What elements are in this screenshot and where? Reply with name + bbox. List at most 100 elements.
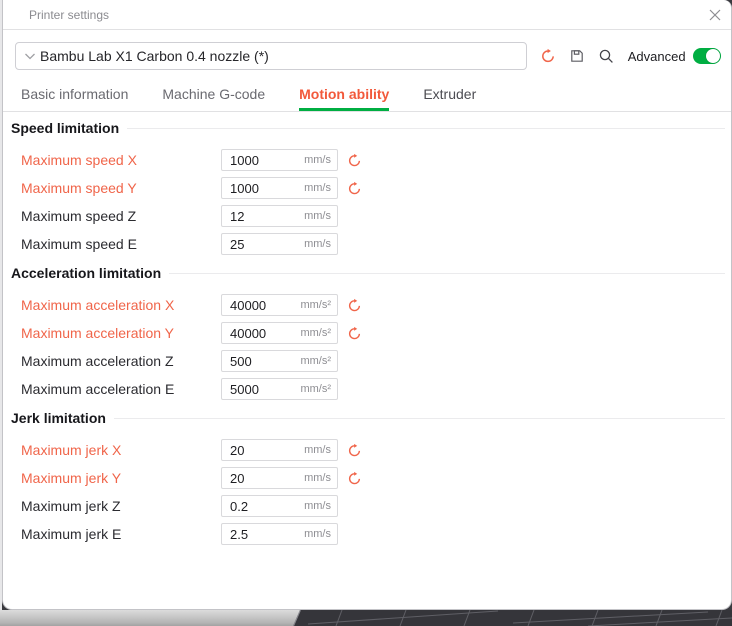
reset-icon [347, 298, 362, 313]
setting-unit: mm/s² [300, 327, 331, 339]
setting-input-box: mm/s [221, 523, 338, 545]
search-settings-button[interactable] [598, 48, 615, 65]
setting-row: Maximum speed E mm/s [21, 233, 725, 255]
viewport-background [0, 610, 732, 626]
setting-value-input[interactable] [222, 209, 300, 224]
setting-label: Maximum jerk Z [21, 498, 221, 514]
tab-machine-gcode[interactable]: Machine G-code [162, 86, 265, 111]
settings-tabs: Basic information Machine G-code Motion … [3, 70, 731, 112]
dialog-titlebar: Printer settings [3, 0, 731, 30]
reset-value-button[interactable] [346, 442, 362, 458]
reset-value-button[interactable] [346, 180, 362, 196]
save-preset-button[interactable] [569, 48, 585, 64]
setting-input-box: mm/s [221, 149, 338, 171]
setting-unit: mm/s [300, 500, 331, 512]
setting-value-input[interactable] [222, 237, 300, 252]
printer-preset-select[interactable]: Bambu Lab X1 Carbon 0.4 nozzle (*) [15, 42, 527, 70]
section-title: Jerk limitation [11, 410, 106, 426]
reset-slot [346, 353, 362, 369]
setting-value-input[interactable] [222, 354, 300, 369]
setting-value-input[interactable] [222, 471, 300, 486]
setting-row: Maximum acceleration X mm/s² [21, 294, 725, 316]
setting-value-input[interactable] [222, 499, 300, 514]
setting-label: Maximum speed X [21, 152, 221, 168]
section-title: Acceleration limitation [11, 265, 161, 281]
build-plate-strip [288, 610, 732, 626]
setting-value-input[interactable] [222, 181, 300, 196]
setting-row: Maximum speed X mm/s [21, 149, 725, 171]
setting-row: Maximum acceleration Z mm/s² [21, 350, 725, 372]
setting-unit: mm/s [300, 210, 331, 222]
setting-input-box: mm/s² [221, 378, 338, 400]
tab-extruder[interactable]: Extruder [423, 86, 476, 111]
setting-input-box: mm/s [221, 233, 338, 255]
toggle-knob [706, 49, 720, 63]
motion-ability-panel: Speed limitation Maximum speed X mm/s Ma… [3, 112, 731, 545]
reset-icon [347, 181, 362, 196]
reset-icon [540, 48, 556, 64]
section-title: Speed limitation [11, 120, 119, 136]
setting-unit: mm/s [300, 444, 331, 456]
advanced-mode-toggle[interactable] [693, 48, 721, 64]
reset-value-button[interactable] [346, 325, 362, 341]
tab-basic-information[interactable]: Basic information [21, 86, 128, 111]
section-rows: Maximum acceleration X mm/s² Maximum acc… [21, 294, 725, 400]
chevron-down-icon [24, 51, 36, 61]
setting-value-input[interactable] [222, 298, 300, 313]
setting-unit: mm/s² [300, 355, 331, 367]
setting-row: Maximum jerk Y mm/s [21, 467, 725, 489]
setting-input-box: mm/s [221, 439, 338, 461]
setting-label: Maximum acceleration X [21, 297, 221, 313]
setting-input-box: mm/s² [221, 294, 338, 316]
setting-value-input[interactable] [222, 527, 300, 542]
reset-slot [346, 526, 362, 542]
close-button[interactable] [708, 8, 722, 22]
reset-value-button[interactable] [346, 297, 362, 313]
setting-row: Maximum speed Z mm/s [21, 205, 725, 227]
close-icon [709, 9, 721, 21]
section-rows: Maximum speed X mm/s Maximum speed Y mm/… [21, 149, 725, 255]
printer-settings-dialog: Printer settings Bambu Lab X1 Carbon 0.4… [2, 0, 732, 610]
setting-label: Maximum acceleration E [21, 381, 221, 397]
setting-input-box: mm/s [221, 205, 338, 227]
reset-slot [346, 208, 362, 224]
setting-unit: mm/s [300, 182, 331, 194]
setting-input-box: mm/s [221, 495, 338, 517]
setting-value-input[interactable] [222, 153, 300, 168]
sidebar-background-strip [0, 610, 300, 626]
reset-value-button[interactable] [346, 470, 362, 486]
setting-row: Maximum jerk E mm/s [21, 523, 725, 545]
reset-icon [347, 153, 362, 168]
setting-label: Maximum speed E [21, 236, 221, 252]
settings-section: Jerk limitation Maximum jerk X mm/s Maxi… [11, 410, 725, 545]
section-header: Acceleration limitation [11, 265, 725, 281]
preset-bar: Bambu Lab X1 Carbon 0.4 nozzle (*) Advan… [3, 30, 731, 70]
reset-slot [346, 236, 362, 252]
setting-label: Maximum speed Z [21, 208, 221, 224]
reset-icon [347, 443, 362, 458]
setting-label: Maximum speed Y [21, 180, 221, 196]
setting-input-box: mm/s² [221, 322, 338, 344]
reset-value-button[interactable] [346, 152, 362, 168]
setting-label: Maximum jerk X [21, 442, 221, 458]
tab-motion-ability[interactable]: Motion ability [299, 86, 389, 111]
setting-input-box: mm/s [221, 467, 338, 489]
section-divider [169, 273, 725, 274]
settings-section: Acceleration limitation Maximum accelera… [11, 265, 725, 400]
advanced-mode-label: Advanced [628, 49, 686, 64]
reset-preset-button[interactable] [540, 48, 556, 64]
reset-icon [347, 326, 362, 341]
section-rows: Maximum jerk X mm/s Maximum jerk Y mm/s … [21, 439, 725, 545]
dialog-title: Printer settings [29, 8, 708, 22]
setting-value-input[interactable] [222, 443, 300, 458]
setting-value-input[interactable] [222, 326, 300, 341]
reset-slot [346, 498, 362, 514]
setting-value-input[interactable] [222, 382, 300, 397]
save-icon [569, 48, 585, 64]
setting-unit: mm/s [300, 472, 331, 484]
setting-row: Maximum speed Y mm/s [21, 177, 725, 199]
setting-row: Maximum acceleration E mm/s² [21, 378, 725, 400]
setting-label: Maximum acceleration Y [21, 325, 221, 341]
setting-row: Maximum acceleration Y mm/s² [21, 322, 725, 344]
setting-input-box: mm/s [221, 177, 338, 199]
